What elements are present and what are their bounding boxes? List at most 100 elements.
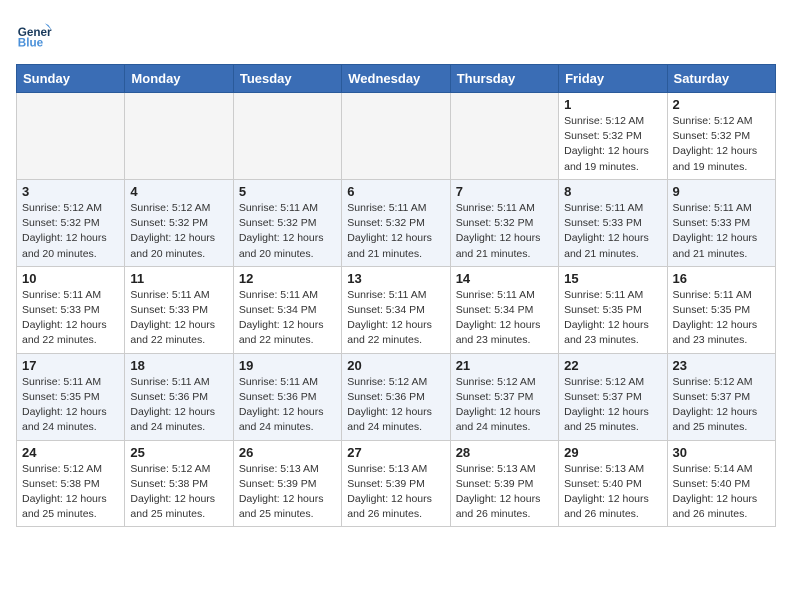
day-number: 25	[130, 445, 227, 460]
day-info: Sunrise: 5:11 AM Sunset: 5:35 PM Dayligh…	[673, 288, 770, 349]
day-info: Sunrise: 5:11 AM Sunset: 5:32 PM Dayligh…	[239, 201, 336, 262]
logo-icon: General Blue	[16, 16, 52, 52]
calendar-cell: 9Sunrise: 5:11 AM Sunset: 5:33 PM Daylig…	[667, 179, 775, 266]
calendar-cell: 21 Sunrise: 5:12 AM Sunset: 5:37 PM Dayli…	[450, 353, 558, 440]
calendar-cell: 2 Sunrise: 5:12 AM Sunset: 5:32 PM Daylig…	[667, 93, 775, 180]
calendar-cell: 19 Sunrise: 5:11 AM Sunset: 5:36 PM Dayli…	[233, 353, 341, 440]
day-info: Sunrise: 5:11 AM Sunset: 5:33 PM Dayligh…	[564, 201, 661, 262]
day-info: Sunrise: 5:13 AM Sunset: 5:40 PM Dayligh…	[564, 462, 661, 523]
day-info: Sunrise: 5:12 AM Sunset: 5:38 PM Dayligh…	[22, 462, 119, 523]
calendar-cell: 6Sunrise: 5:11 AM Sunset: 5:32 PM Daylig…	[342, 179, 450, 266]
weekday-header-saturday: Saturday	[667, 65, 775, 93]
day-number: 19	[239, 358, 336, 373]
day-info: Sunrise: 5:13 AM Sunset: 5:39 PM Dayligh…	[239, 462, 336, 523]
day-number: 16	[673, 271, 770, 286]
day-number: 26	[239, 445, 336, 460]
day-info: Sunrise: 5:12 AM Sunset: 5:32 PM Dayligh…	[130, 201, 227, 262]
calendar-cell	[450, 93, 558, 180]
day-number: 5	[239, 184, 336, 199]
day-number: 4	[130, 184, 227, 199]
calendar-cell: 1 Sunrise: 5:12 AM Sunset: 5:32 PM Daylig…	[559, 93, 667, 180]
svg-text:Blue: Blue	[18, 37, 44, 50]
day-number: 7	[456, 184, 553, 199]
day-info: Sunrise: 5:11 AM Sunset: 5:34 PM Dayligh…	[456, 288, 553, 349]
weekday-header-thursday: Thursday	[450, 65, 558, 93]
day-number: 30	[673, 445, 770, 460]
day-info: Sunrise: 5:11 AM Sunset: 5:36 PM Dayligh…	[239, 375, 336, 436]
day-number: 13	[347, 271, 444, 286]
day-number: 27	[347, 445, 444, 460]
day-info: Sunrise: 5:11 AM Sunset: 5:34 PM Dayligh…	[239, 288, 336, 349]
weekday-header-friday: Friday	[559, 65, 667, 93]
day-info: Sunrise: 5:14 AM Sunset: 5:40 PM Dayligh…	[673, 462, 770, 523]
calendar-cell: 15 Sunrise: 5:11 AM Sunset: 5:35 PM Dayli…	[559, 266, 667, 353]
day-number: 6	[347, 184, 444, 199]
day-info: Sunrise: 5:11 AM Sunset: 5:32 PM Dayligh…	[456, 201, 553, 262]
day-info: Sunrise: 5:11 AM Sunset: 5:33 PM Dayligh…	[130, 288, 227, 349]
day-number: 29	[564, 445, 661, 460]
page-header: General Blue	[16, 16, 776, 52]
calendar-cell: 17 Sunrise: 5:11 AM Sunset: 5:35 PM Dayli…	[17, 353, 125, 440]
calendar-cell: 25 Sunrise: 5:12 AM Sunset: 5:38 PM Dayli…	[125, 440, 233, 527]
day-info: Sunrise: 5:11 AM Sunset: 5:33 PM Dayligh…	[673, 201, 770, 262]
calendar-cell: 27Sunrise: 5:13 AM Sunset: 5:39 PM Dayli…	[342, 440, 450, 527]
day-number: 10	[22, 271, 119, 286]
logo: General Blue	[16, 16, 52, 52]
day-number: 2	[673, 97, 770, 112]
calendar-cell: 3 Sunrise: 5:12 AM Sunset: 5:32 PM Daylig…	[17, 179, 125, 266]
day-info: Sunrise: 5:11 AM Sunset: 5:35 PM Dayligh…	[22, 375, 119, 436]
calendar-cell: 16 Sunrise: 5:11 AM Sunset: 5:35 PM Dayli…	[667, 266, 775, 353]
day-number: 1	[564, 97, 661, 112]
calendar-cell: 4 Sunrise: 5:12 AM Sunset: 5:32 PM Daylig…	[125, 179, 233, 266]
calendar-cell: 23 Sunrise: 5:12 AM Sunset: 5:37 PM Dayli…	[667, 353, 775, 440]
day-info: Sunrise: 5:12 AM Sunset: 5:32 PM Dayligh…	[22, 201, 119, 262]
day-info: Sunrise: 5:12 AM Sunset: 5:32 PM Dayligh…	[673, 114, 770, 175]
day-info: Sunrise: 5:11 AM Sunset: 5:33 PM Dayligh…	[22, 288, 119, 349]
calendar-cell: 26 Sunrise: 5:13 AM Sunset: 5:39 PM Dayli…	[233, 440, 341, 527]
day-number: 17	[22, 358, 119, 373]
day-number: 8	[564, 184, 661, 199]
day-info: Sunrise: 5:12 AM Sunset: 5:38 PM Dayligh…	[130, 462, 227, 523]
calendar-table: SundayMondayTuesdayWednesdayThursdayFrid…	[16, 64, 776, 527]
calendar-cell: 14Sunrise: 5:11 AM Sunset: 5:34 PM Dayli…	[450, 266, 558, 353]
calendar-cell: 12 Sunrise: 5:11 AM Sunset: 5:34 PM Dayli…	[233, 266, 341, 353]
day-info: Sunrise: 5:12 AM Sunset: 5:37 PM Dayligh…	[564, 375, 661, 436]
day-info: Sunrise: 5:11 AM Sunset: 5:34 PM Dayligh…	[347, 288, 444, 349]
calendar-cell: 24 Sunrise: 5:12 AM Sunset: 5:38 PM Dayli…	[17, 440, 125, 527]
day-info: Sunrise: 5:11 AM Sunset: 5:36 PM Dayligh…	[130, 375, 227, 436]
day-number: 3	[22, 184, 119, 199]
calendar-cell: 11 Sunrise: 5:11 AM Sunset: 5:33 PM Dayli…	[125, 266, 233, 353]
calendar-cell: 20 Sunrise: 5:12 AM Sunset: 5:36 PM Dayli…	[342, 353, 450, 440]
day-number: 24	[22, 445, 119, 460]
day-number: 18	[130, 358, 227, 373]
weekday-header-tuesday: Tuesday	[233, 65, 341, 93]
day-number: 28	[456, 445, 553, 460]
day-number: 12	[239, 271, 336, 286]
day-number: 22	[564, 358, 661, 373]
day-info: Sunrise: 5:12 AM Sunset: 5:37 PM Dayligh…	[456, 375, 553, 436]
calendar-cell	[342, 93, 450, 180]
day-info: Sunrise: 5:12 AM Sunset: 5:32 PM Dayligh…	[564, 114, 661, 175]
weekday-header-monday: Monday	[125, 65, 233, 93]
day-info: Sunrise: 5:11 AM Sunset: 5:35 PM Dayligh…	[564, 288, 661, 349]
calendar-cell: 28 Sunrise: 5:13 AM Sunset: 5:39 PM Dayli…	[450, 440, 558, 527]
day-info: Sunrise: 5:12 AM Sunset: 5:36 PM Dayligh…	[347, 375, 444, 436]
calendar-cell: 8 Sunrise: 5:11 AM Sunset: 5:33 PM Daylig…	[559, 179, 667, 266]
calendar-cell	[233, 93, 341, 180]
weekday-header-wednesday: Wednesday	[342, 65, 450, 93]
day-number: 23	[673, 358, 770, 373]
day-number: 15	[564, 271, 661, 286]
calendar-cell: 18 Sunrise: 5:11 AM Sunset: 5:36 PM Dayli…	[125, 353, 233, 440]
calendar-cell: 22 Sunrise: 5:12 AM Sunset: 5:37 PM Dayli…	[559, 353, 667, 440]
day-info: Sunrise: 5:12 AM Sunset: 5:37 PM Dayligh…	[673, 375, 770, 436]
calendar-cell	[125, 93, 233, 180]
day-number: 21	[456, 358, 553, 373]
day-number: 11	[130, 271, 227, 286]
day-number: 20	[347, 358, 444, 373]
calendar-cell	[17, 93, 125, 180]
day-info: Sunrise: 5:13 AM Sunset: 5:39 PM Dayligh…	[456, 462, 553, 523]
calendar-cell: 13 Sunrise: 5:11 AM Sunset: 5:34 PM Dayli…	[342, 266, 450, 353]
calendar-cell: 7 Sunrise: 5:11 AM Sunset: 5:32 PM Daylig…	[450, 179, 558, 266]
calendar-cell: 30 Sunrise: 5:14 AM Sunset: 5:40 PM Dayli…	[667, 440, 775, 527]
calendar-cell: 5 Sunrise: 5:11 AM Sunset: 5:32 PM Daylig…	[233, 179, 341, 266]
